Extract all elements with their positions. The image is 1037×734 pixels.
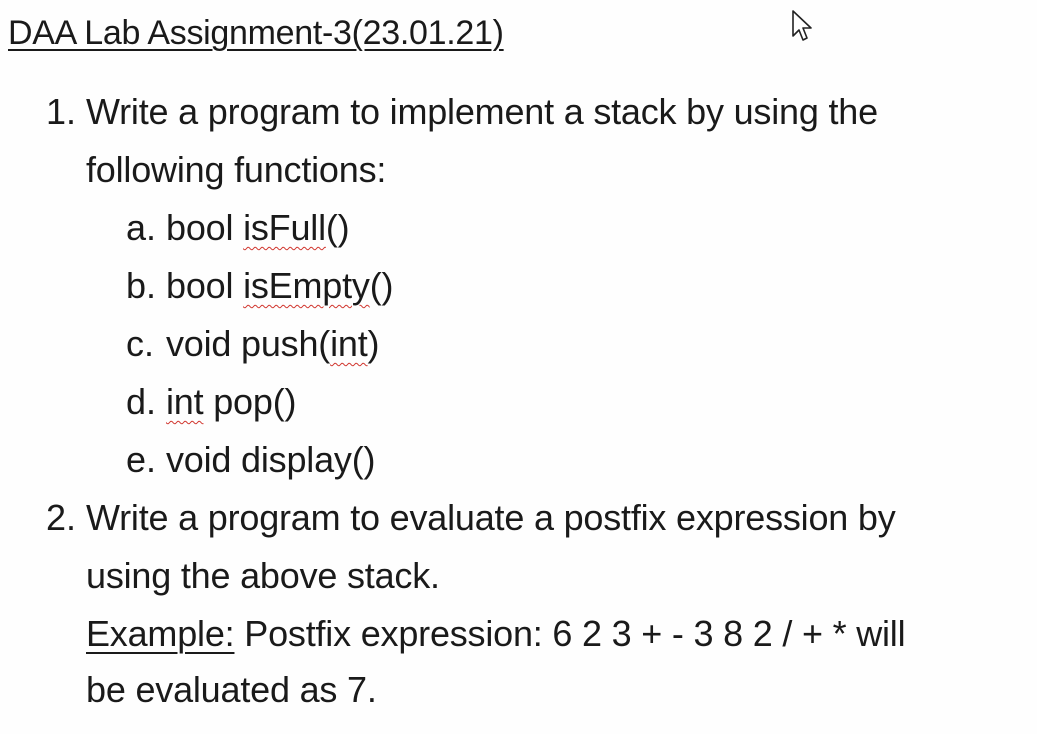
spellcheck-squiggle: int	[330, 323, 368, 364]
subitem-d-text: int pop()	[166, 381, 297, 422]
item-2-example-line: Example: Postfix expression: 6 2 3 + - 3…	[86, 612, 906, 656]
page-title: DAA Lab Assignment-3(23.01.21)	[8, 14, 504, 52]
spellcheck-squiggle: int	[166, 381, 204, 422]
mouse-pointer-icon	[792, 10, 812, 41]
item-1-number: 1.	[46, 91, 77, 132]
subitem-b-text: bool isEmpty()	[166, 265, 394, 306]
item-2-line-2: using the above stack.	[86, 555, 440, 596]
spellcheck-squiggle: isFull	[243, 207, 326, 248]
subitem-a-letter: a.	[126, 207, 157, 248]
item-1-line-1: Write a program to implement a stack by …	[86, 91, 878, 132]
item-2-number: 2.	[46, 497, 77, 538]
item-1-line-2: following functions:	[86, 149, 387, 190]
subitem-b-letter: b.	[126, 265, 157, 306]
subitem-e-text: void display()	[166, 439, 376, 480]
subitem-d-letter: d.	[126, 381, 157, 422]
subitem-c-letter: c.	[126, 323, 155, 364]
example-text: Postfix expression: 6 2 3 + - 3 8 2 / + …	[234, 613, 906, 654]
subitem-c-text: void push(int)	[166, 323, 380, 364]
item-2-line-1: Write a program to evaluate a postfix ex…	[86, 497, 896, 538]
spellcheck-squiggle: isEmpty	[243, 265, 370, 306]
document-page: DAA Lab Assignment-3(23.01.21) 1. Write …	[0, 0, 1037, 734]
item-2-example-line-2: be evaluated as 7.	[86, 669, 377, 710]
example-label: Example:	[86, 613, 235, 654]
subitem-e-letter: e.	[126, 439, 157, 480]
subitem-a-text: bool isFull()	[166, 207, 350, 248]
